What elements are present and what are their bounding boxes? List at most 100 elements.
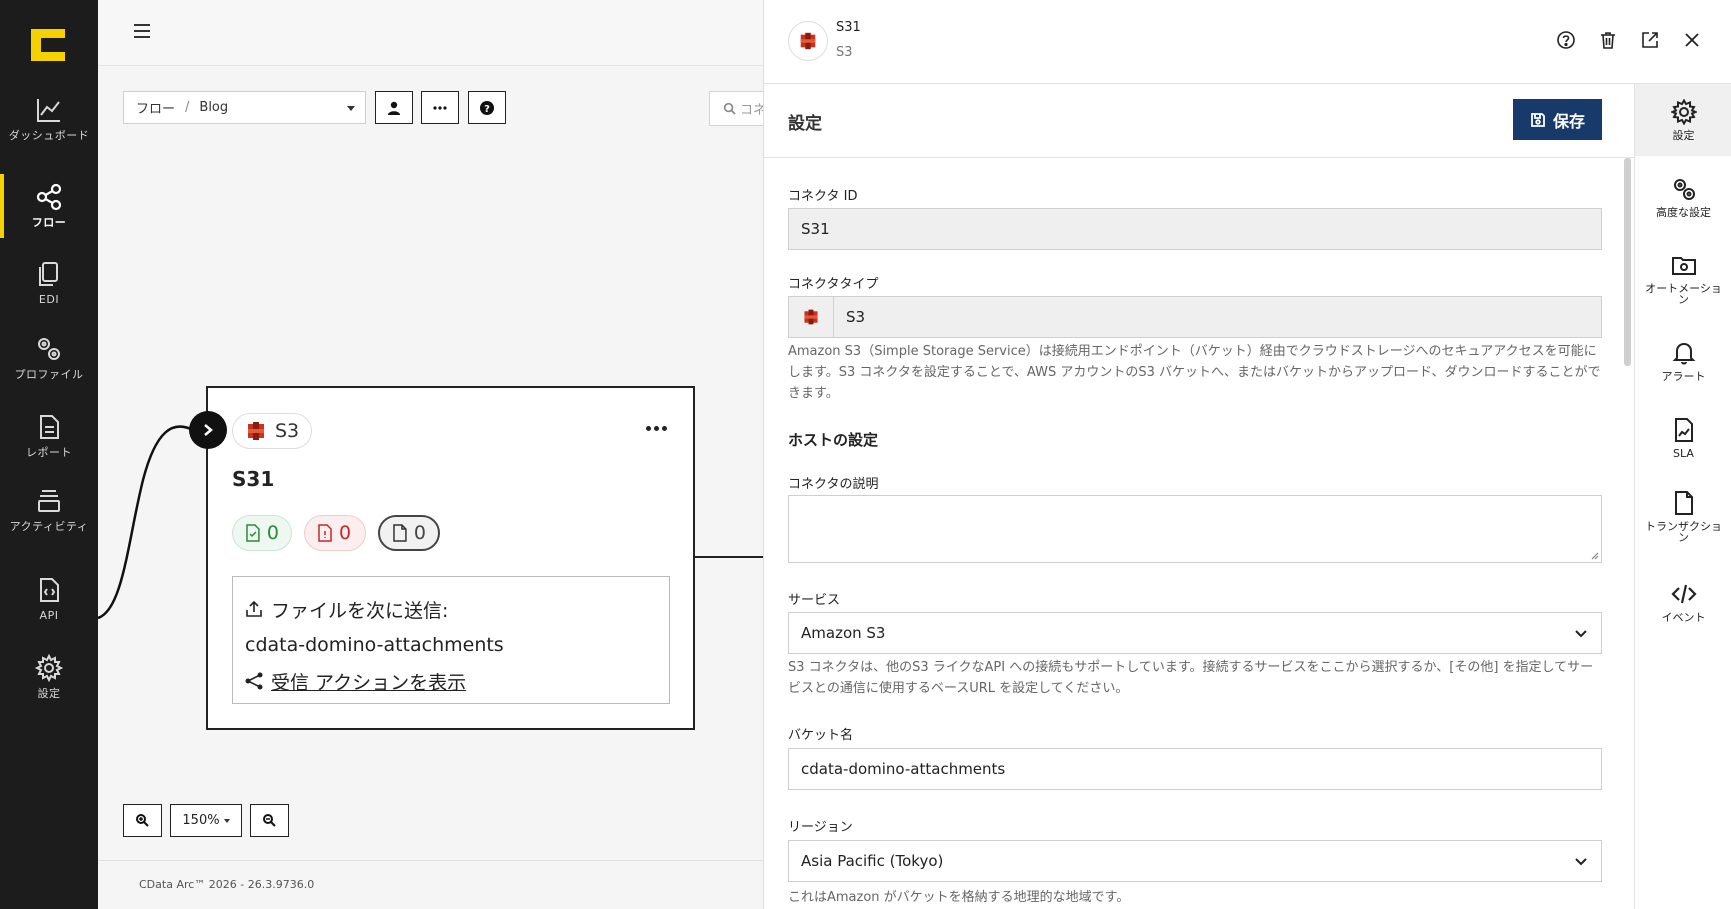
gear-icon (1670, 99, 1697, 125)
rail-item-sla[interactable]: SLA (1635, 417, 1731, 459)
nav-item-dashboard[interactable]: ダッシュボード (0, 96, 98, 141)
resize-grip-icon[interactable] (1589, 550, 1599, 560)
search-input[interactable]: コネ (709, 91, 763, 126)
search-icon (723, 102, 736, 115)
node-expand-toggle[interactable] (189, 411, 227, 449)
s3-icon (800, 32, 816, 50)
api-icon (40, 578, 59, 602)
connector-node-card[interactable]: S3 S31 0 0 0 ファイルを次に送信: cdata-domino-att… (206, 386, 695, 730)
nav-item-api[interactable]: API (0, 576, 98, 621)
zoom-in-button[interactable] (123, 804, 162, 837)
panel-subtitle: S3 (836, 45, 853, 60)
rail-item-alerts[interactable]: アラート (1635, 340, 1731, 382)
file-icon (393, 524, 407, 542)
nav-item-settings[interactable]: 設定 (0, 654, 98, 699)
ellipsis-icon (433, 105, 447, 110)
connector-id-field[interactable]: S31 (788, 208, 1602, 250)
description-textarea[interactable] (788, 495, 1602, 563)
save-icon (1531, 112, 1545, 127)
error-count-badge[interactable]: 0 (304, 515, 366, 551)
pending-count-badge[interactable]: 0 (378, 515, 440, 551)
rail-item-transactions[interactable]: トランザクション (1635, 490, 1731, 543)
success-count-badge[interactable]: 0 (232, 515, 292, 551)
more-options-button[interactable] (421, 91, 459, 124)
close-icon[interactable] (1682, 30, 1702, 50)
user-button[interactable] (375, 91, 413, 124)
rail-item-automation[interactable]: オートメーション (1635, 252, 1731, 305)
error-count: 0 (339, 522, 352, 544)
success-count: 0 (266, 522, 279, 544)
help-button[interactable]: ? (468, 91, 506, 124)
connector-avatar (788, 21, 828, 61)
service-label: サービス (788, 593, 841, 608)
node-title: S31 (232, 467, 275, 491)
chevron-down-icon (347, 106, 355, 111)
nav-item-flow[interactable]: フロー (0, 183, 98, 228)
search-placeholder: コネ (740, 103, 763, 118)
zoom-out-icon (263, 814, 276, 827)
breadcrumb-root[interactable]: フロー (136, 98, 175, 117)
connector-id-label: コネクタ ID (788, 189, 858, 204)
panel-title: S31 (836, 20, 861, 35)
save-button[interactable]: 保存 (1513, 99, 1602, 140)
footer-version: CData Arc™ 2026 - 26.3.9736.0 (139, 878, 315, 891)
description-label: コネクタの説明 (788, 477, 879, 492)
bell-icon (1672, 342, 1695, 365)
region-help: これはAmazon がバケットを格納する地理的な地域です。 (788, 890, 1130, 905)
node-menu-icon[interactable] (646, 426, 667, 431)
region-label: リージョン (788, 820, 853, 835)
s3-icon (804, 309, 818, 325)
send-label: ファイルを次に送信: (271, 599, 449, 622)
bucket-name-field[interactable]: cdata-domino-attachments (788, 748, 1602, 790)
share-icon (245, 672, 263, 690)
nav-item-edi[interactable]: EDI (0, 260, 98, 305)
rail-item-advanced[interactable]: 高度な設定 (1635, 176, 1731, 218)
cdata-logo[interactable] (31, 29, 65, 61)
activity-icon (38, 490, 60, 512)
help-circle-icon[interactable] (1556, 30, 1576, 50)
upload-icon (246, 600, 262, 617)
chevron-right-icon (204, 424, 213, 436)
gears-icon (1673, 179, 1695, 200)
region-select[interactable]: Asia Pacific (Tokyo) (788, 840, 1602, 882)
file-error-icon (318, 524, 332, 542)
nav-item-profile[interactable]: プロファイル (0, 335, 98, 380)
nav-item-activity[interactable]: アクティビティ (0, 487, 98, 532)
panel-scrollbar[interactable] (1624, 158, 1631, 366)
connector-type-field: S3 (788, 296, 1602, 338)
file-check-icon (246, 524, 260, 542)
rail-item-settings[interactable]: 設定 (1635, 84, 1731, 156)
node-type-label: S3 (275, 420, 300, 442)
trash-icon[interactable] (1598, 30, 1618, 50)
connector-type-label: コネクタタイプ (788, 277, 879, 292)
left-nav: ダッシュボード フロー EDI プロファイル レポート アクティビティ API … (0, 0, 98, 909)
node-action-box: ファイルを次に送信: cdata-domino-attachments 受信 ア… (232, 576, 670, 704)
user-icon (388, 101, 400, 115)
report-icon (40, 415, 59, 439)
caret-down-icon (223, 818, 230, 823)
hamburger-menu-icon[interactable] (134, 24, 150, 38)
nav-item-report[interactable]: レポート (0, 413, 98, 458)
flow-icon (36, 183, 62, 211)
service-help: S3 コネクタは、他のS3 ライクなAPI への接続もサポートしています。接続す… (788, 660, 1594, 696)
transaction-icon (1674, 491, 1693, 515)
bucket-label: バケット名 (788, 728, 854, 743)
settings-rail: 設定 高度な設定 オートメーション アラート SLA トランザクション イベント (1634, 84, 1731, 909)
send-target: cdata-domino-attachments (245, 634, 504, 656)
receive-actions-link[interactable]: 受信 アクションを表示 (245, 663, 657, 699)
footer-divider (98, 860, 763, 861)
settings-icon (35, 654, 63, 682)
flow-output-line (695, 556, 763, 558)
svg-text:?: ? (484, 104, 490, 115)
connector-settings-panel: S31 S3 設定 保存 コネクタ ID S31 コネクタタイプ S3 Amaz… (763, 0, 1731, 909)
breadcrumb[interactable]: フロー / Blog (123, 91, 366, 124)
zoom-level-select[interactable]: 150% (170, 804, 242, 837)
service-select[interactable]: Amazon S3 (788, 612, 1602, 654)
zoom-out-button[interactable] (250, 804, 289, 837)
rail-item-events[interactable]: イベント (1635, 581, 1731, 623)
external-link-icon[interactable] (1640, 30, 1660, 50)
code-icon (1670, 584, 1697, 604)
breadcrumb-current: Blog (199, 100, 229, 115)
profile-icon (38, 338, 60, 360)
dashboard-icon (37, 99, 60, 122)
